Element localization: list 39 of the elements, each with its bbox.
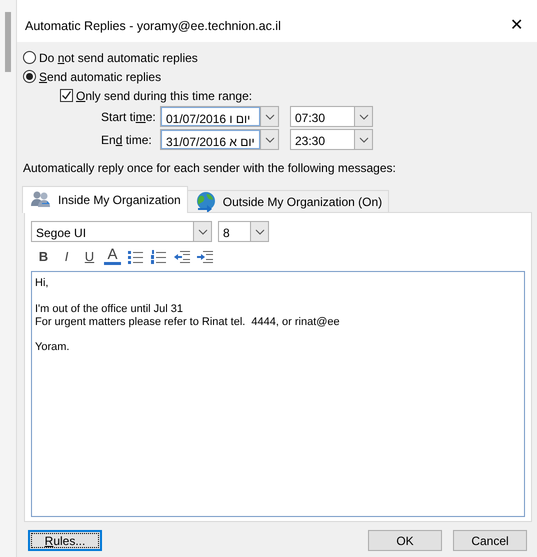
radio-button[interactable] [23, 70, 36, 83]
dropdown-field[interactable]: 01/07/2016 יום ו [160, 106, 279, 127]
dropdown-field[interactable]: 31/07/2016 יום א [160, 129, 279, 150]
bullets-icon[interactable] [127, 248, 144, 265]
dropdown-field[interactable]: 23:30 [290, 129, 373, 150]
dropdown-field[interactable]: 8 [218, 221, 269, 242]
ok-button[interactable]: OK [368, 530, 442, 551]
font-color-button[interactable]: A [104, 248, 121, 265]
rules-button[interactable]: Rules... [28, 530, 102, 551]
window-title: Automatic Replies - yoramy@ee.technion.ac.il [25, 18, 281, 35]
radio-label: Do not send automatic replies [39, 50, 198, 66]
close-button[interactable]: ✕ [504, 18, 529, 34]
caret-icon [358, 114, 368, 120]
dropdown-field[interactable]: 07:30 [290, 106, 373, 127]
time-label: End time: [101, 132, 153, 148]
caret-icon [254, 228, 264, 234]
tab[interactable]: Outside My Organization (On) [186, 190, 390, 212]
radio-label: Send automatic replies [39, 68, 162, 86]
tab[interactable]: Inside My Organization [22, 186, 188, 213]
cancel-button[interactable]: Cancel [453, 530, 527, 551]
bold-button[interactable]: B [35, 248, 52, 265]
scrollbar-thumb [5, 12, 11, 72]
messages-label: Automatically reply once for each sender with the following messages: [23, 160, 397, 177]
caret-icon [264, 136, 274, 142]
italic-button[interactable]: I [58, 248, 75, 265]
caret-icon [264, 114, 274, 120]
numbering-icon[interactable] [150, 248, 167, 265]
time-label: Start time: [101, 108, 157, 126]
message-editor[interactable]: Hi, I'm out of the office until Jul 31 For urgent matters please refer to Rinat tel. 4444, or rinat@ee Yoram. [31, 271, 525, 517]
caret-icon [358, 136, 368, 142]
dropdown-field[interactable]: Segoe UI [31, 221, 212, 242]
caret-icon [198, 228, 208, 234]
outdent-icon[interactable] [173, 248, 190, 265]
radio-button[interactable] [23, 51, 36, 64]
people-icon [29, 190, 53, 210]
checkbox-label: Only send during this time range: [76, 88, 252, 104]
underline-button[interactable]: U [81, 248, 98, 265]
checkbox[interactable] [60, 89, 73, 102]
indent-icon[interactable] [196, 248, 213, 265]
